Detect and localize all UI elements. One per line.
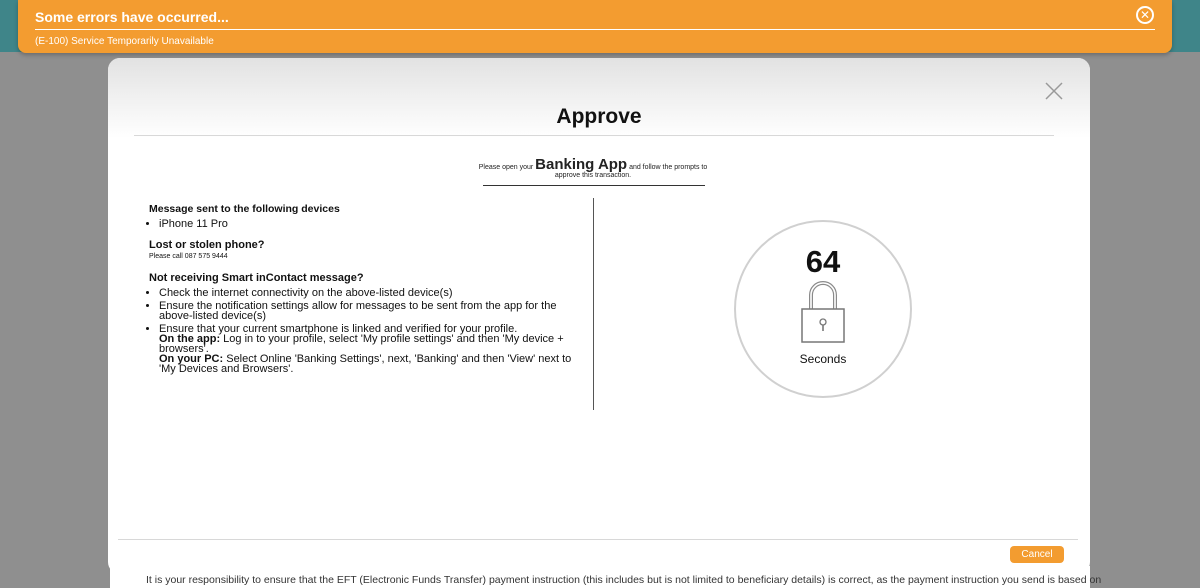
lock-icon <box>801 281 845 343</box>
lost-phone-heading: Lost or stolen phone? <box>149 239 265 251</box>
modal-footer-divider <box>118 539 1078 540</box>
close-icon[interactable] <box>1043 80 1065 102</box>
lost-phone-text: Please call 087 575 9444 <box>149 253 228 260</box>
instruction-prefix: Please open your <box>478 164 534 171</box>
timer-value: 64 <box>805 244 841 279</box>
eft-disclaimer-text: It is your responsibility to ensure that… <box>146 574 1102 586</box>
devices-heading: Message sent to the following devices <box>149 203 340 215</box>
troubleshoot-item: Check the internet connectivity on the a… <box>159 288 589 299</box>
banking-app-name: Banking App <box>535 156 628 173</box>
app-instructions: Log in to your profile, select 'My profi… <box>159 333 564 355</box>
error-message: (E-100) Service Temporarily Unavailable <box>35 36 214 47</box>
device-item: iPhone 11 Pro <box>159 219 589 230</box>
title-divider <box>134 135 1054 136</box>
approve-modal: Approve Please open your Banking App and… <box>108 58 1090 574</box>
troubleshoot-item: Ensure the notification settings allow f… <box>159 301 589 322</box>
cancel-button[interactable]: Cancel <box>1010 546 1064 563</box>
countdown-timer: 64 Seconds <box>734 220 912 398</box>
instruction-divider <box>483 185 705 186</box>
not-receiving-heading: Not receiving Smart inContact message? <box>149 272 364 284</box>
devices-list: iPhone 11 Pro <box>149 219 589 230</box>
error-divider <box>35 29 1155 30</box>
troubleshoot-item: Ensure that your current smartphone is l… <box>159 324 589 375</box>
modal-title: Approve <box>556 105 642 128</box>
column-divider <box>593 198 594 410</box>
error-title: Some errors have occurred... <box>35 9 229 25</box>
approve-instruction: Please open your Banking App and follow … <box>478 157 708 180</box>
help-section: Message sent to the following devices iP… <box>149 203 589 377</box>
timer-label: Seconds <box>799 352 847 366</box>
error-banner: Some errors have occurred... (E-100) Ser… <box>18 0 1172 53</box>
circle-x-icon[interactable]: ✕ <box>1136 6 1154 24</box>
troubleshoot-list: Check the internet connectivity on the a… <box>149 288 589 375</box>
